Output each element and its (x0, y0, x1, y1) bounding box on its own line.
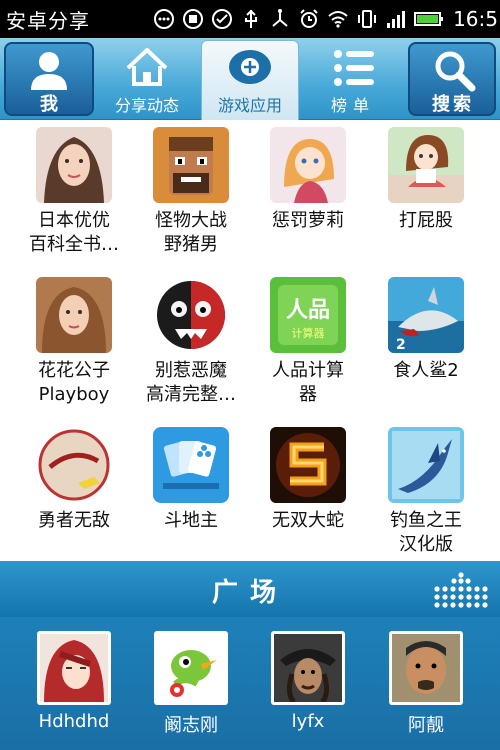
rp-calculator-icon: 人品 计算器 (270, 277, 346, 353)
vibrate-icon (356, 8, 378, 30)
app-name: 人品计算 器 (272, 360, 344, 405)
friend-item[interactable]: 阿靓 (368, 631, 484, 737)
usb-alt-icon (269, 8, 291, 30)
tab-me-label: 我 (40, 94, 58, 115)
app-item[interactable]: 勇者无敌 (16, 427, 132, 533)
friend-name: 阿靓 (408, 715, 444, 736)
tab-bar: 我 分享动态 游戏应用 榜单 搜索 (0, 38, 500, 120)
status-icons: 16:5 (153, 0, 500, 38)
usb-icon (240, 8, 262, 30)
app-name: 食人鲨2 (393, 360, 459, 381)
tab-games-apps[interactable]: 游戏应用 (201, 38, 299, 120)
app-name: 斗地主 (164, 510, 218, 531)
app-item[interactable]: 无双大蛇 (250, 427, 366, 533)
check-circle-icon (211, 8, 233, 30)
alarm-icon (298, 8, 320, 30)
anime-girl-icon (270, 127, 346, 203)
list-icon (332, 48, 376, 92)
app-item[interactable]: 斗地主 (133, 427, 249, 533)
tab-share-feed[interactable]: 分享动态 (104, 38, 190, 120)
green-bird-avatar (154, 631, 228, 705)
tab-me[interactable]: 我 (4, 38, 94, 120)
app-name: 勇者无敌 (38, 510, 110, 531)
status-bar: 安卓分享 16:5 (0, 0, 500, 38)
signal-icon (385, 8, 407, 30)
person-icon (28, 48, 70, 96)
anime-schoolgirl-icon (388, 127, 464, 203)
anime-redhair-avatar (37, 631, 111, 705)
tab-search-label: 搜索 (432, 94, 474, 115)
app-item[interactable]: 惩罚萝莉 (250, 127, 366, 233)
app-name: 钓鱼之王 汉化版 (390, 510, 462, 555)
portrait-woman-icon (36, 277, 112, 353)
man-face-avatar (389, 631, 463, 705)
monster-face-icon (153, 127, 229, 203)
shark-icon: 2 (388, 277, 464, 353)
snake-icon (270, 427, 346, 503)
wifi-icon (327, 8, 349, 30)
clock: 16:5 (453, 7, 498, 31)
more-icon (153, 8, 175, 30)
app-item[interactable]: 花花公子 Playboy (16, 277, 132, 407)
app-name: 怪物大战 野猪男 (155, 210, 227, 255)
app-name: 别惹恶魔 高清完整… (146, 360, 236, 405)
friend-item[interactable]: Hdhdhd (16, 631, 132, 732)
app-name: 日本优优 百科全书… (29, 210, 119, 255)
plaza-header: 广场 (0, 561, 500, 617)
app-grid: 日本优优 百科全书… 怪物大战 野猪男 惩罚萝莉 打屁股 花花公子 Playbo… (0, 121, 500, 561)
home-icon (124, 46, 170, 92)
sd-icon (182, 8, 204, 30)
gamepad-icon (227, 46, 273, 92)
app-item[interactable]: 钓鱼之王 汉化版 (368, 427, 484, 557)
brave-logo-icon (36, 427, 112, 503)
tab-search[interactable]: 搜索 (408, 38, 498, 120)
friends-row: Hdhdhd 阚志刚 lyfx 阿靓 (0, 617, 500, 750)
svg-text:2: 2 (396, 337, 406, 353)
app-name: 花花公子 Playboy (38, 360, 110, 405)
app-item[interactable]: 别惹恶魔 高清完整… (133, 277, 249, 407)
friend-name: 阚志刚 (164, 715, 218, 736)
app-item[interactable]: 人品计算器 人品计算 器 (250, 277, 366, 407)
app-item[interactable]: 怪物大战 野猪男 (133, 127, 249, 257)
search-icon (432, 48, 476, 96)
svg-text:计算器: 计算器 (292, 326, 325, 340)
marlin-icon (388, 427, 464, 503)
app-item[interactable]: 2 食人鲨2 (368, 277, 484, 383)
app-name: 无双大蛇 (272, 510, 344, 531)
app-name: 惩罚萝莉 (272, 210, 344, 231)
tab-rankings[interactable]: 榜单 (308, 38, 398, 120)
friend-item[interactable]: lyfx (250, 631, 366, 732)
portrait-girl-icon (36, 127, 112, 203)
demon-face-icon (153, 277, 229, 353)
tab-share-label: 分享动态 (114, 96, 179, 115)
plaza-title: 广场 (211, 578, 288, 608)
svg-text:人品: 人品 (286, 298, 330, 323)
app-title: 安卓分享 (6, 8, 90, 33)
friend-name: lyfx (291, 711, 325, 732)
tab-rankings-label: 榜单 (330, 96, 375, 115)
pirate-avatar (271, 631, 345, 705)
friend-item[interactable]: 阚志刚 (133, 631, 249, 737)
battery-icon (414, 8, 444, 30)
dots-grid-icon[interactable] (432, 569, 490, 609)
app-item[interactable]: 日本优优 百科全书… (16, 127, 132, 257)
friend-name: Hdhdhd (38, 711, 110, 732)
tab-games-label: 游戏应用 (217, 96, 282, 115)
app-item[interactable]: 打屁股 (368, 127, 484, 233)
app-name: 打屁股 (399, 210, 453, 231)
cards-icon (153, 427, 229, 503)
